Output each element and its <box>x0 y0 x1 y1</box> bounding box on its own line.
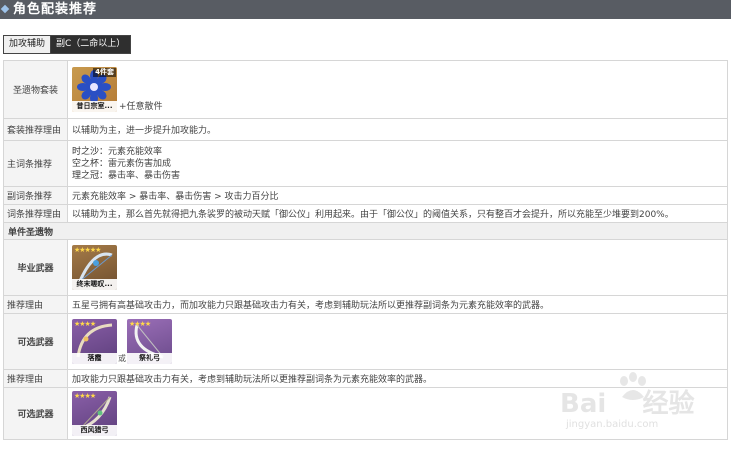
alt-weapons-label: 可选武器 <box>3 313 68 370</box>
main-stats-label: 主词条推荐 <box>3 140 68 187</box>
baidu-jingyan-watermark: Bai 经验 jingyan.baidu.com <box>560 367 720 437</box>
sub-stats-label: 副词条推荐 <box>3 186 68 205</box>
set-count-badge: 4件套 <box>93 68 116 77</box>
table-row: 毕业武器 ★★★★★ 终末嗟叹... <box>3 239 728 296</box>
main-stats-cell: 时之沙：元素充能效率 空之杯：雷元素伤害加成 理之冠：暴击率、暴击伤害 <box>67 140 728 187</box>
section-header: 角色配装推荐 <box>0 0 731 19</box>
best-weapon-cell: ★★★★★ 终末嗟叹... <box>67 239 728 296</box>
tab-sub-dps[interactable]: 副C（二命以上） <box>51 36 131 53</box>
or-text: 或 <box>118 354 126 363</box>
table-row: 套装推荐理由 以辅助为主，进一步提升加攻能力。 <box>3 118 728 141</box>
table-row: 可选武器 ★★★★ 落霞 或 ★★★★ 祭礼弓 <box>3 313 728 370</box>
table-row: 词条推荐理由 以辅助为主，那么首先就得把九条裟罗的被动天赋「御公仪」利用起来。由… <box>3 204 728 223</box>
section-title: 角色配装推荐 <box>13 2 98 17</box>
weapon-card[interactable]: ★★★★ 落霞 <box>72 319 117 364</box>
table-row: 圣遗物套装 4件套 昔日宗室... +任意散件 <box>3 60 728 119</box>
weapon-name: 落霞 <box>72 353 117 364</box>
weapon-name: 终末嗟叹... <box>72 279 117 290</box>
alt-weapons-cell: ★★★★ 落霞 或 ★★★★ 祭礼弓 <box>67 313 728 370</box>
table-row: 副词条推荐 元素充能效率 > 暴击率、暴击伤害 > 攻击力百分比 <box>3 186 728 205</box>
weapons-section-title: 单件圣遗物 <box>3 222 728 240</box>
tab-attack-support[interactable]: 加攻辅助 <box>4 36 52 53</box>
set-reason-text: 以辅助为主，进一步提升加攻能力。 <box>67 118 728 141</box>
alt-reason-label: 推荐理由 <box>3 369 68 388</box>
artifact-name: 昔日宗室... <box>72 101 117 112</box>
build-tabs: 加攻辅助 副C（二命以上） <box>3 35 132 54</box>
best-reason-label: 推荐理由 <box>3 295 68 314</box>
sub-reason-label: 词条推荐理由 <box>3 204 68 223</box>
weapon-stars: ★★★★ <box>129 320 151 328</box>
weapon-card[interactable]: ★★★★★ 终末嗟叹... <box>72 245 117 290</box>
sub-reason-text: 以辅助为主，那么首先就得把九条裟罗的被动天赋「御公仪」利用起来。由于「御公仪」的… <box>67 204 728 223</box>
stat-circlet: 理之冠：暴击率、暴击伤害 <box>72 170 181 181</box>
plus-any-text: +任意散件 <box>119 102 163 112</box>
alt-weapons2-label: 可选武器 <box>3 387 68 440</box>
weapon-name: 祭礼弓 <box>127 353 172 364</box>
watermark-brand: Bai 经验 <box>560 389 695 419</box>
diamond-icon <box>0 4 10 14</box>
stat-goblet: 空之杯：雷元素伤害加成 <box>72 158 172 169</box>
best-weapon-label: 毕业武器 <box>3 239 68 296</box>
sub-stats-text: 元素充能效率 > 暴击率、暴击伤害 > 攻击力百分比 <box>67 186 728 205</box>
weapon-stars: ★★★★ <box>74 392 96 400</box>
artifact-set-label: 圣遗物套装 <box>3 60 68 119</box>
artifact-card[interactable]: 4件套 昔日宗室... <box>72 67 117 112</box>
artifact-set-cell: 4件套 昔日宗室... +任意散件 <box>67 60 728 119</box>
watermark-domain: jingyan.baidu.com <box>566 419 659 430</box>
weapon-name: 西风猎弓 <box>72 425 117 436</box>
weapon-card[interactable]: ★★★★ 祭礼弓 <box>127 319 172 364</box>
weapon-stars: ★★★★★ <box>74 246 101 254</box>
table-row: 单件圣遗物 <box>3 222 728 240</box>
table-row: 主词条推荐 时之沙：元素充能效率 空之杯：雷元素伤害加成 理之冠：暴击率、暴击伤… <box>3 140 728 187</box>
best-reason-text: 五星弓拥有高基础攻击力，而加攻能力只跟基础攻击力有关，考虑到辅助玩法所以更推荐副… <box>67 295 728 314</box>
stat-sands: 时之沙：元素充能效率 <box>72 146 163 157</box>
table-row: 推荐理由 五星弓拥有高基础攻击力，而加攻能力只跟基础攻击力有关，考虑到辅助玩法所… <box>3 295 728 314</box>
set-reason-label: 套装推荐理由 <box>3 118 68 141</box>
weapon-stars: ★★★★ <box>74 320 96 328</box>
weapon-card[interactable]: ★★★★ 西风猎弓 <box>72 391 117 436</box>
